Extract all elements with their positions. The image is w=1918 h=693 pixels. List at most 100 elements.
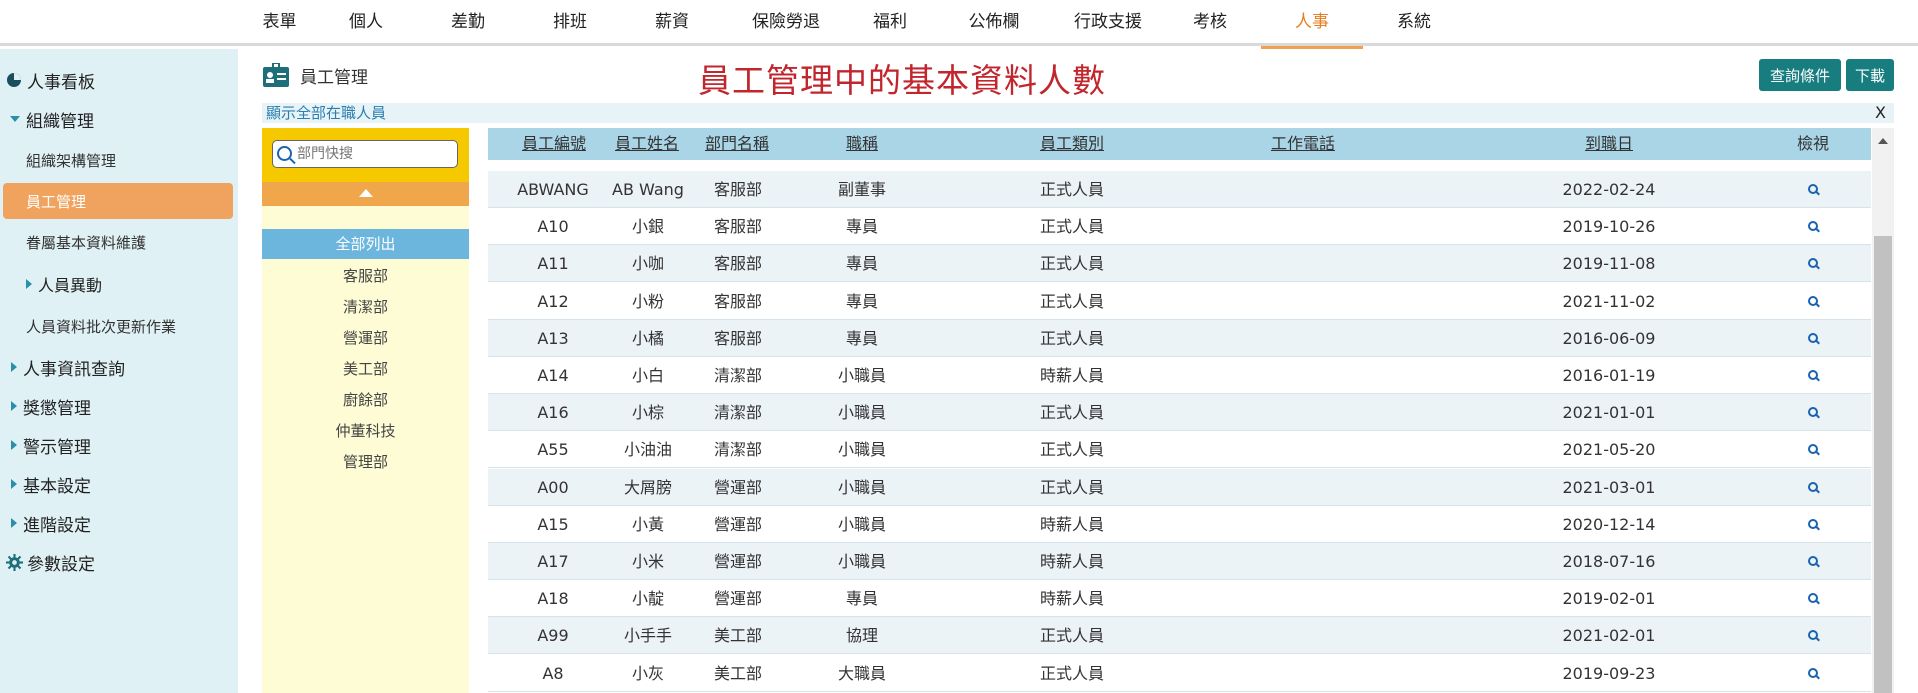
scrollbar-thumb[interactable] bbox=[1874, 236, 1892, 693]
cell-title: 小職員 bbox=[837, 552, 886, 571]
header-name[interactable]: 員工姓名 bbox=[603, 128, 691, 160]
scroll-up-icon[interactable] bbox=[1878, 138, 1888, 144]
sidebar-item-dashboard[interactable]: 人事看板 bbox=[6, 69, 244, 93]
top-nav-item[interactable]: 表單 bbox=[244, 0, 315, 46]
table-row[interactable]: A15 小黃 營運部 小職員 時薪人員 2020-12-14 bbox=[488, 505, 1871, 543]
table-row[interactable]: A13 小橘 客服部 專員 正式人員 2016-06-09 bbox=[488, 319, 1871, 357]
department-item[interactable]: 美工部 bbox=[262, 358, 469, 379]
department-panel: 全部列出 客服部清潔部營運部美工部廚餘部仲董科技管理部 bbox=[262, 128, 469, 693]
view-detail-icon[interactable] bbox=[1808, 258, 1819, 269]
department-search-input[interactable] bbox=[297, 144, 453, 164]
table-row[interactable]: A16 小棕 清潔部 小職員 正式人員 2021-01-01 bbox=[488, 394, 1871, 432]
table-row[interactable]: A18 小靛 營運部 專員 時薪人員 2019-02-01 bbox=[488, 580, 1871, 618]
cell-emp-no: A14 bbox=[537, 366, 569, 385]
table-row[interactable]: A8 小灰 美工部 大職員 正式人員 2019-09-23 bbox=[488, 654, 1871, 692]
header-phone[interactable]: 工作電話 bbox=[1259, 128, 1347, 160]
header-emp-no[interactable]: 員工編號 bbox=[510, 128, 598, 160]
sidebar-item-personnel-changes[interactable]: 人員異動 bbox=[26, 273, 264, 295]
department-item[interactable]: 清潔部 bbox=[262, 296, 469, 317]
sidebar-item-dependents[interactable]: 眷屬基本資料維護 bbox=[26, 231, 264, 253]
close-filter-button[interactable]: X bbox=[1875, 103, 1886, 123]
department-item[interactable]: 營運部 bbox=[262, 327, 469, 348]
view-detail-icon[interactable] bbox=[1808, 332, 1819, 344]
cell-start-date: 2019-02-01 bbox=[1562, 589, 1656, 609]
cell-dept: 營運部 bbox=[713, 514, 762, 534]
top-nav-item[interactable]: 薪資 bbox=[621, 0, 723, 46]
table-scrollbar[interactable] bbox=[1872, 128, 1894, 693]
table-row[interactable]: A17 小米 營運部 小職員 時薪人員 2018-07-16 bbox=[488, 543, 1871, 580]
view-detail-icon[interactable] bbox=[1808, 481, 1819, 493]
view-detail-icon[interactable] bbox=[1808, 444, 1819, 455]
cell-type: 時薪人員 bbox=[1039, 514, 1104, 534]
table-row[interactable]: A55 小油油 清潔部 小職員 正式人員 2021-05-20 bbox=[488, 431, 1871, 469]
top-nav-item[interactable]: 系統 bbox=[1363, 0, 1465, 46]
top-nav-item[interactable]: 個人 bbox=[315, 0, 417, 46]
cell-emp-no: A11 bbox=[537, 254, 569, 274]
top-nav-item[interactable]: 差勤 bbox=[417, 0, 519, 46]
view-detail-icon[interactable] bbox=[1808, 518, 1819, 530]
sidebar-item-params[interactable]: 參數設定 bbox=[6, 551, 244, 575]
table-row[interactable]: A99 小手手 美工部 協理 正式人員 2021-02-01 bbox=[488, 617, 1871, 655]
header-dept[interactable]: 部門名稱 bbox=[693, 128, 781, 160]
chevron-right-icon bbox=[11, 518, 17, 528]
header-start-date[interactable]: 到職日 bbox=[1565, 128, 1653, 160]
view-detail-icon[interactable] bbox=[1808, 593, 1819, 604]
sidebar-item-warnings[interactable]: 警示管理 bbox=[11, 434, 249, 458]
top-nav-item[interactable]: 保險勞退 bbox=[723, 0, 849, 46]
cell-name: 小橘 bbox=[631, 328, 664, 348]
employee-table: ABWANG AB Wang 客服部 副董事 正式人員 2022-02-24 A10 小銀 客服… bbox=[488, 128, 1871, 693]
department-item[interactable]: 管理部 bbox=[262, 451, 469, 472]
view-detail-icon[interactable] bbox=[1808, 556, 1819, 567]
department-list-all[interactable]: 全部列出 bbox=[262, 229, 469, 259]
cell-title: 專員 bbox=[845, 217, 878, 237]
sidebar-item-rewards[interactable]: 獎懲管理 bbox=[11, 395, 249, 419]
table-row[interactable]: A00 大屑膀 營運部 小職員 正式人員 2021-03-01 bbox=[488, 468, 1871, 506]
department-item[interactable]: 仲董科技 bbox=[262, 420, 469, 441]
view-detail-icon[interactable] bbox=[1808, 630, 1819, 641]
cell-type: 正式人員 bbox=[1039, 626, 1104, 646]
cell-start-date: 2022-02-24 bbox=[1562, 180, 1656, 199]
header-view: 檢視 bbox=[1796, 134, 1829, 153]
sidebar-item-basic-settings[interactable]: 基本設定 bbox=[11, 473, 249, 497]
top-nav-item[interactable]: 公佈欄 bbox=[931, 0, 1057, 46]
table-row[interactable]: A12 小粉 客服部 專員 正式人員 2021-11-02 bbox=[488, 282, 1871, 320]
sidebar-item-org[interactable]: 組織管理 bbox=[10, 108, 248, 132]
department-item[interactable]: 客服部 bbox=[262, 265, 469, 286]
sidebar-item-advanced-settings[interactable]: 進階設定 bbox=[11, 512, 249, 536]
cell-emp-no: A13 bbox=[537, 328, 569, 348]
header-type[interactable]: 員工類別 bbox=[1028, 128, 1116, 160]
cell-type: 正式人員 bbox=[1039, 254, 1104, 274]
download-button[interactable]: 下載 bbox=[1846, 59, 1894, 91]
sidebar-item-hr-query[interactable]: 人事資訊查詢 bbox=[11, 356, 249, 380]
cell-phone bbox=[1253, 320, 1353, 357]
view-detail-icon[interactable] bbox=[1808, 295, 1819, 307]
view-detail-icon[interactable] bbox=[1808, 667, 1819, 679]
cell-type: 時薪人員 bbox=[1039, 366, 1104, 385]
view-detail-icon[interactable] bbox=[1808, 407, 1819, 418]
table-row[interactable]: A11 小咖 客服部 專員 正式人員 2019-11-08 bbox=[488, 245, 1871, 283]
cell-emp-no: A18 bbox=[537, 589, 569, 609]
table-row[interactable]: A10 小銀 客服部 專員 正式人員 2019-10-26 bbox=[488, 208, 1871, 246]
query-conditions-button[interactable]: 查詢條件 bbox=[1759, 59, 1841, 91]
department-item[interactable]: 廚餘部 bbox=[262, 389, 469, 410]
top-nav-item[interactable]: 行政支援 bbox=[1057, 0, 1159, 46]
view-detail-icon[interactable] bbox=[1808, 221, 1819, 232]
table-row[interactable]: A14 小白 清潔部 小職員 時薪人員 2016-01-19 bbox=[488, 357, 1871, 394]
top-nav-item[interactable]: 排班 bbox=[519, 0, 621, 46]
top-nav-item[interactable]: 人事 bbox=[1261, 0, 1363, 49]
header-title[interactable]: 職稱 bbox=[818, 128, 906, 160]
page-label: 員工管理 bbox=[300, 67, 368, 88]
collapse-panel-button[interactable] bbox=[262, 182, 469, 206]
page-header: 員工管理 bbox=[262, 60, 368, 90]
top-nav-item[interactable]: 福利 bbox=[849, 0, 931, 46]
sidebar-item-batch-update[interactable]: 人員資料批次更新作業 bbox=[26, 315, 264, 337]
sidebar-item-employee-management[interactable]: 員工管理 bbox=[3, 183, 233, 219]
top-nav-item[interactable]: 考核 bbox=[1159, 0, 1261, 46]
view-detail-icon[interactable] bbox=[1808, 370, 1819, 381]
view-detail-icon[interactable] bbox=[1808, 184, 1819, 195]
table-row[interactable]: ABWANG AB Wang 客服部 副董事 正式人員 2022-02-24 bbox=[488, 171, 1871, 208]
cell-emp-no: A8 bbox=[542, 663, 564, 683]
cell-name: AB Wang bbox=[612, 180, 684, 199]
sidebar-item-org-structure[interactable]: 組織架構管理 bbox=[26, 149, 264, 171]
cell-start-date: 2019-11-08 bbox=[1562, 254, 1656, 274]
